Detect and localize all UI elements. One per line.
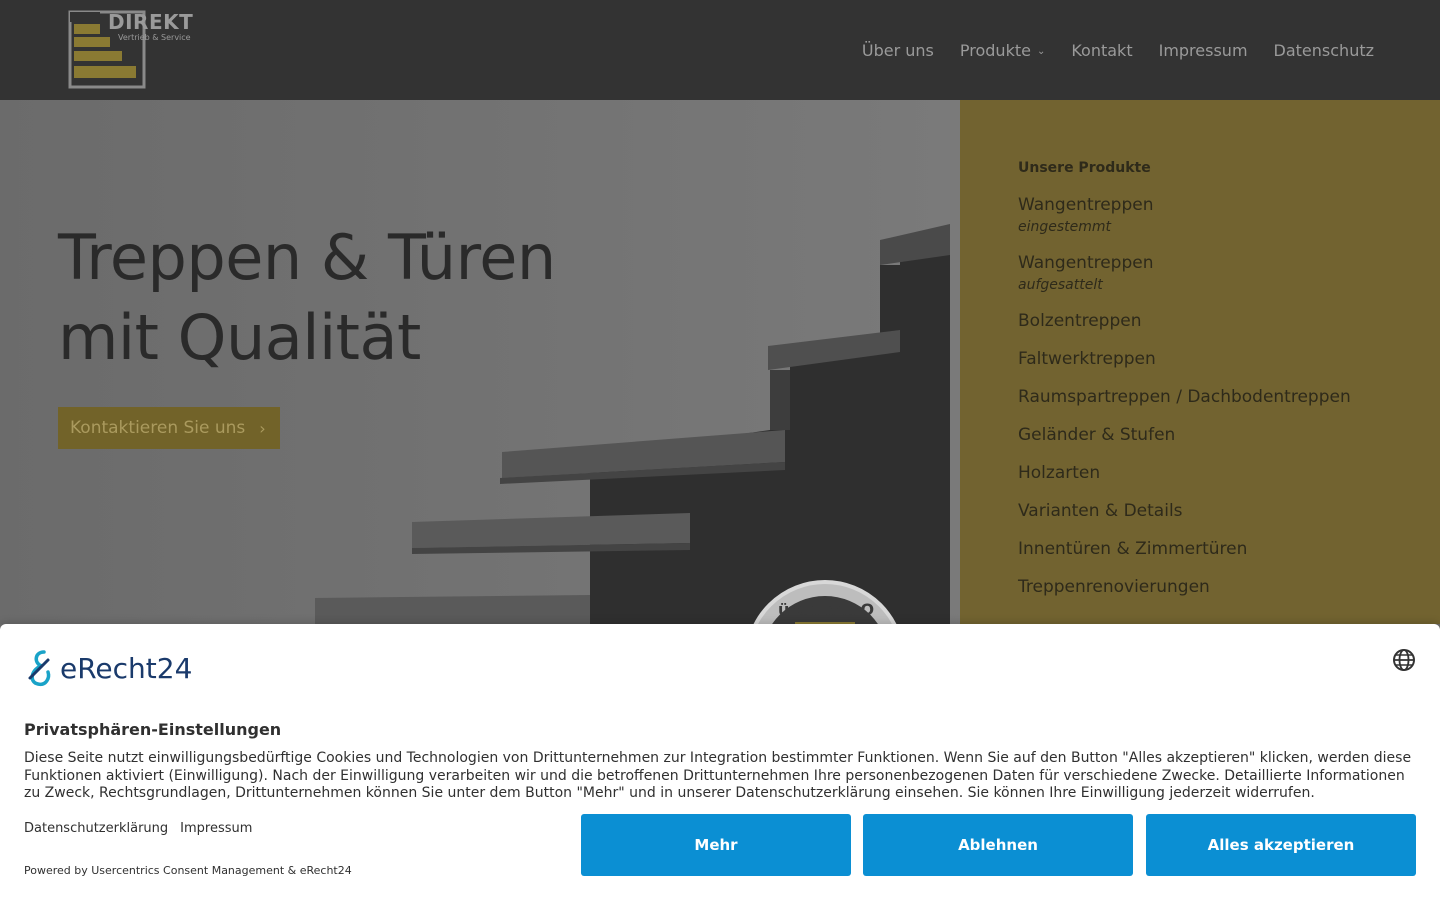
nav-label: Impressum	[1158, 40, 1248, 60]
nav-produkte[interactable]: Produkte ⌄	[960, 41, 1045, 60]
more-button[interactable]: Mehr	[581, 814, 851, 876]
hero-section: üren mit Q Treppen & Türen mit Qualität …	[0, 100, 960, 624]
cookie-consent-banner: eRecht24 Privatsphären-Einstellungen Die…	[0, 624, 1440, 900]
imprint-link[interactable]: Impressum	[180, 821, 252, 836]
nav-ueber-uns[interactable]: Über uns	[862, 41, 934, 60]
nav-label: Datenschutz	[1273, 40, 1374, 60]
sidebar-item-wangentreppen-eingestemmt[interactable]: Wangentreppen eingestemmt	[1018, 194, 1440, 236]
sidebar-item-wangentreppen-aufgesattelt[interactable]: Wangentreppen aufgesattelt	[1018, 252, 1440, 294]
erecht24-logo-icon	[28, 650, 51, 687]
chevron-right-icon: ›	[259, 418, 266, 438]
nav-label: Kontakt	[1071, 40, 1133, 60]
decline-button[interactable]: Ablehnen	[863, 814, 1133, 876]
site-header: DIREKT Vertrieb & Service Über uns Produ…	[0, 0, 1440, 100]
sidebar-item-bolzentreppen[interactable]: Bolzentreppen	[1018, 310, 1440, 332]
sidebar-item-gelaender[interactable]: Geländer & Stufen	[1018, 424, 1440, 446]
hero-title-line1: Treppen & Türen	[58, 221, 556, 294]
privacy-policy-link[interactable]: Datenschutzerklärung	[24, 821, 168, 836]
language-globe-icon[interactable]	[1392, 648, 1416, 672]
consent-links: Datenschutzerklärung Impressum	[24, 821, 252, 836]
site-logo[interactable]: DIREKT Vertrieb & Service	[68, 10, 208, 90]
badge-text: üren mit Q	[778, 600, 874, 619]
nav-label: Über uns	[861, 40, 934, 60]
accept-all-button[interactable]: Alles akzeptieren	[1146, 814, 1416, 876]
erecht24-logo-text: eRecht24	[60, 651, 193, 685]
logo-title: DIREKT	[108, 10, 194, 34]
sidebar-item-sub: aufgesattelt	[1018, 277, 1103, 293]
sidebar-item-treppenrenovierungen[interactable]: Treppenrenovierungen	[1018, 576, 1440, 598]
cta-label: Kontaktieren Sie uns	[70, 418, 246, 438]
sidebar-item-raumspartreppen[interactable]: Raumspartreppen / Dachbodentreppen	[1018, 386, 1440, 408]
sidebar-heading: Unsere Produkte	[1018, 160, 1151, 176]
nav-kontakt[interactable]: Kontakt	[1071, 41, 1132, 60]
sidebar-item-faltwerktreppen[interactable]: Faltwerktreppen	[1018, 348, 1440, 370]
hero-title-line2: mit Qualität	[58, 301, 421, 374]
chevron-down-icon: ⌄	[1036, 45, 1046, 57]
nav-impressum[interactable]: Impressum	[1159, 41, 1248, 60]
consent-description: Diese Seite nutzt einwilligungsbedürftig…	[24, 750, 1412, 801]
nav-datenschutz[interactable]: Datenschutz	[1274, 41, 1374, 60]
nav-label: Produkte	[959, 40, 1031, 60]
contact-cta-button[interactable]: Kontaktieren Sie uns ›	[58, 407, 280, 449]
products-sidebar: Unsere Produkte Wangentreppen eingestemmt…	[960, 100, 1440, 624]
sidebar-item-label: Wangentreppen	[1018, 253, 1154, 273]
sidebar-item-varianten[interactable]: Varianten & Details	[1018, 500, 1440, 522]
sidebar-item-holzarten[interactable]: Holzarten	[1018, 462, 1440, 484]
logo-subtitle: Vertrieb & Service	[118, 33, 191, 42]
powered-by-text: Powered by Usercentrics Consent Manageme…	[24, 864, 352, 877]
erecht24-logo: eRecht24	[24, 648, 192, 688]
sidebar-item-innentueren[interactable]: Innentüren & Zimmertüren	[1018, 538, 1440, 560]
main-nav: Über uns Produkte ⌄ Kontakt Impressum Dat…	[862, 0, 1374, 100]
sidebar-item-label: Wangentreppen	[1018, 195, 1154, 215]
sidebar-item-sub: eingestemmt	[1018, 219, 1112, 235]
hero-title: Treppen & Türen mit Qualität	[58, 218, 556, 378]
consent-title: Privatsphären-Einstellungen	[24, 720, 282, 739]
